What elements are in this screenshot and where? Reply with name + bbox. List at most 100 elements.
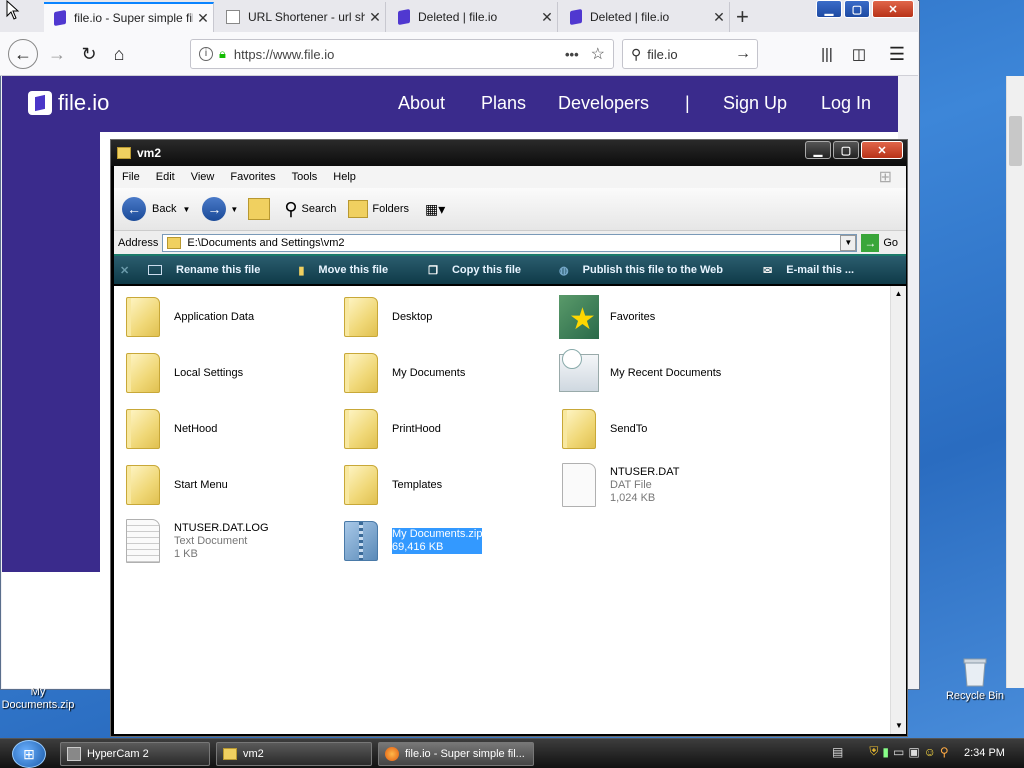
close-tab-icon[interactable]: ✕ — [365, 9, 385, 26]
taskbar-button-hypercam[interactable]: HyperCam 2 — [60, 742, 210, 766]
clock[interactable]: 2:34 PM — [964, 747, 1005, 759]
explorer-scrollbar[interactable]: ▲ ▼ — [890, 286, 906, 734]
scroll-down-icon[interactable]: ▼ — [891, 718, 907, 734]
menu-tools[interactable]: Tools — [284, 171, 326, 183]
start-button[interactable]: ⊞ — [12, 740, 46, 768]
explorer-minimize-button[interactable]: ▁ — [805, 141, 831, 159]
back-button[interactable]: ← Back ▼ — [122, 197, 190, 221]
file-item-my-documents-zip[interactable]: My Documents.zip 69,416 KB — [336, 514, 536, 568]
file-item-ntuser-dat[interactable]: NTUSER.DAT DAT File 1,024 KB — [554, 458, 754, 512]
search-bar[interactable]: ⚲ file.io → — [622, 39, 758, 69]
home-button[interactable]: ⌂ — [104, 39, 134, 69]
forward-arrow-icon[interactable]: → — [202, 197, 227, 221]
network-icon[interactable]: ▮ — [882, 745, 889, 759]
menu-file[interactable]: File — [114, 171, 148, 183]
folder-item-my-documents[interactable]: My Documents — [336, 346, 536, 400]
library-icon[interactable]: ||| — [812, 39, 842, 69]
url-bar[interactable]: i 🔒︎ https://www.file.io ••• ☆ — [190, 39, 614, 69]
task-email[interactable]: E-mail this ... — [786, 264, 854, 276]
page-scrollbar[interactable] — [1006, 76, 1024, 688]
task-move[interactable]: Move this file — [318, 264, 388, 276]
explorer-titlebar[interactable]: vm2 ▁ ▢ ✕ — [111, 140, 907, 166]
new-tab-button[interactable]: + — [736, 4, 749, 30]
tab-deleted-1[interactable]: Deleted | file.io ✕ — [388, 2, 558, 32]
nav-developers[interactable]: Developers — [558, 93, 649, 114]
task-rename[interactable]: Rename this file — [176, 264, 260, 276]
explorer-window: vm2 ▁ ▢ ✕ File Edit View Favorites Tools… — [110, 139, 908, 737]
tab-deleted-2[interactable]: Deleted | file.io ✕ — [560, 2, 730, 32]
display-icon[interactable]: ▭ — [893, 745, 904, 759]
close-tab-icon[interactable]: ✕ — [537, 9, 557, 26]
desktop-icon-recycle-bin[interactable]: Recycle Bin — [934, 656, 1016, 703]
back-button[interactable]: ← — [8, 39, 38, 69]
close-tab-icon[interactable]: ✕ — [709, 9, 729, 26]
close-tab-icon[interactable]: ✕ — [193, 10, 213, 27]
up-folder-icon[interactable] — [248, 198, 271, 220]
scroll-thumb[interactable] — [1009, 116, 1022, 166]
taskbar-button-firefox[interactable]: file.io - Super simple fil... — [378, 742, 534, 766]
menu-icon[interactable]: ☰ — [882, 39, 912, 69]
explorer-toolbar: ← Back ▼ → ▼ ⚲ Search Folders ▦▾ — [114, 188, 906, 230]
scroll-up-icon[interactable]: ▲ — [891, 286, 906, 302]
folder-item-templates[interactable]: Templates — [336, 458, 536, 512]
folder-item-printhood[interactable]: PrintHood — [336, 402, 536, 456]
reload-button[interactable]: ↻ — [74, 39, 104, 69]
folder-item-local-settings[interactable]: Local Settings — [118, 346, 318, 400]
file-icon — [562, 463, 596, 507]
forward-button[interactable]: → — [42, 39, 72, 69]
search-go-icon[interactable]: → — [735, 45, 751, 63]
folders-icon — [348, 200, 369, 218]
close-tasks-icon[interactable]: ✕ — [120, 264, 140, 277]
desktop-icon-my-documents-zip[interactable]: My Documents.zip — [0, 686, 78, 712]
bookmark-star-icon[interactable]: ☆ — [591, 44, 605, 64]
folder-item-nethood[interactable]: NetHood — [118, 402, 318, 456]
explorer-maximize-button[interactable]: ▢ — [833, 141, 859, 159]
menu-view[interactable]: View — [183, 171, 223, 183]
nav-about[interactable]: About — [398, 93, 445, 114]
tab-file-io[interactable]: file.io - Super simple file ✕ — [44, 2, 214, 32]
tray-expand-icon[interactable]: ▤ — [832, 745, 843, 759]
dropdown-icon[interactable]: ▼ — [182, 205, 190, 214]
folder-item-favorites[interactable]: ★ Favorites — [554, 290, 754, 344]
menu-edit[interactable]: Edit — [148, 171, 183, 183]
explorer-close-button[interactable]: ✕ — [861, 141, 903, 159]
smiley-icon[interactable]: ☺ — [924, 745, 936, 759]
monitor-icon[interactable]: ▣ — [908, 745, 919, 759]
menu-help[interactable]: Help — [325, 171, 364, 183]
folder-icon — [344, 297, 378, 337]
page-actions-icon[interactable]: ••• — [565, 47, 579, 62]
views-icon[interactable]: ▦▾ — [425, 201, 445, 218]
folder-item-start-menu[interactable]: Start Menu — [118, 458, 318, 512]
info-icon[interactable]: i — [199, 47, 213, 61]
search-button[interactable]: ⚲ Search — [284, 199, 336, 220]
folder-icon — [126, 353, 160, 393]
task-publish[interactable]: Publish this file to the Web — [583, 264, 723, 276]
folders-button[interactable]: Folders — [348, 200, 409, 218]
nav-plans[interactable]: Plans — [481, 93, 526, 114]
minimize-button[interactable]: ▁ — [816, 0, 842, 18]
sidebar-icon[interactable]: ◫ — [844, 39, 874, 69]
go-button[interactable]: Go — [883, 237, 898, 249]
tab-url-shortener[interactable]: URL Shortener - url sho ✕ — [216, 2, 386, 32]
dropdown-icon[interactable]: ▼ — [230, 205, 238, 214]
nav-sign-up[interactable]: Sign Up — [723, 93, 787, 114]
copy-icon: ❐ — [428, 264, 438, 277]
folder-item-desktop[interactable]: Desktop — [336, 290, 536, 344]
taskbar-button-vm2[interactable]: vm2 — [216, 742, 372, 766]
folder-item-sendto[interactable]: SendTo — [554, 402, 754, 456]
search-input[interactable]: file.io — [647, 47, 735, 62]
menu-favorites[interactable]: Favorites — [222, 171, 283, 183]
search-tray-icon[interactable]: ⚲ — [940, 745, 949, 759]
folder-item-my-recent-documents[interactable]: My Recent Documents — [554, 346, 754, 400]
close-window-button[interactable]: ✕ — [872, 0, 914, 18]
nav-log-in[interactable]: Log In — [821, 93, 871, 114]
file-item-ntuser-dat-log[interactable]: NTUSER.DAT.LOG Text Document 1 KB — [118, 514, 318, 568]
site-logo[interactable]: file.io — [28, 90, 109, 116]
shield-icon[interactable]: ⛨ — [869, 744, 878, 759]
address-input[interactable]: E:\Documents and Settings\vm2 ▼ — [162, 233, 858, 252]
address-dropdown-icon[interactable]: ▼ — [840, 234, 857, 251]
maximize-button[interactable]: ▢ — [844, 0, 870, 18]
folder-item-application-data[interactable]: Application Data — [118, 290, 318, 344]
task-copy[interactable]: Copy this file — [452, 264, 521, 276]
go-arrow-icon[interactable]: → — [861, 233, 880, 252]
